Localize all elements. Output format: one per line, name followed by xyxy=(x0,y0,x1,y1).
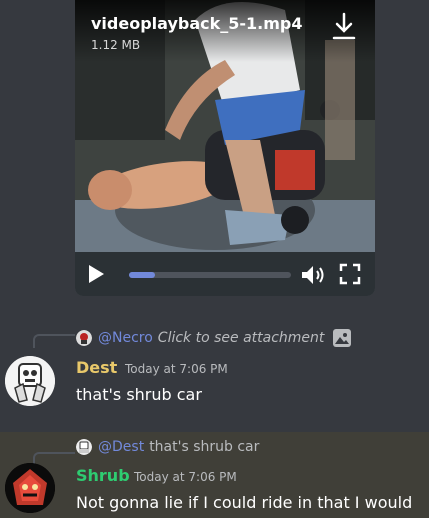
download-icon[interactable] xyxy=(330,10,358,42)
reply-reference[interactable]: @Dest that's shrub car xyxy=(76,437,259,457)
play-icon[interactable] xyxy=(87,264,105,284)
avatar-image xyxy=(5,356,55,406)
reply-text[interactable]: that's shrub car xyxy=(149,439,259,455)
volume-icon[interactable] xyxy=(299,263,329,287)
reply-text[interactable]: Click to see attachment xyxy=(158,330,325,346)
reply-avatar xyxy=(76,330,92,346)
video-header: videoplayback_5-1.mp4 1.12 MB xyxy=(75,0,375,62)
attachment-filename[interactable]: videoplayback_5-1.mp4 xyxy=(91,14,303,33)
reply-reference[interactable]: @Necro Click to see attachment xyxy=(76,328,352,348)
reply-mention[interactable]: @Necro xyxy=(98,330,153,346)
video-controls xyxy=(75,252,375,296)
video-attachment[interactable]: videoplayback_5-1.mp4 1.12 MB xyxy=(75,0,375,296)
reply-mention[interactable]: @Dest xyxy=(98,439,144,455)
message-content: Not gonna lie if I could ride in that I … xyxy=(76,493,413,512)
message-timestamp: Today at 7:06 PM xyxy=(134,470,237,484)
message-timestamp: Today at 7:06 PM xyxy=(125,362,228,376)
message-author[interactable]: Shrub xyxy=(76,466,130,485)
image-icon xyxy=(333,329,352,347)
avatar-shrub[interactable] xyxy=(5,463,55,513)
message-content: that's shrub car xyxy=(76,385,202,404)
reply-spine xyxy=(33,334,75,348)
fullscreen-icon[interactable] xyxy=(339,263,361,285)
avatar-image xyxy=(5,463,55,513)
video-progress-bar[interactable] xyxy=(129,272,291,278)
attachment-filesize: 1.12 MB xyxy=(91,38,141,52)
video-progress-fill xyxy=(129,272,155,278)
message-author[interactable]: Dest xyxy=(76,358,117,377)
reply-avatar xyxy=(76,439,92,455)
avatar-dest[interactable] xyxy=(5,356,55,406)
